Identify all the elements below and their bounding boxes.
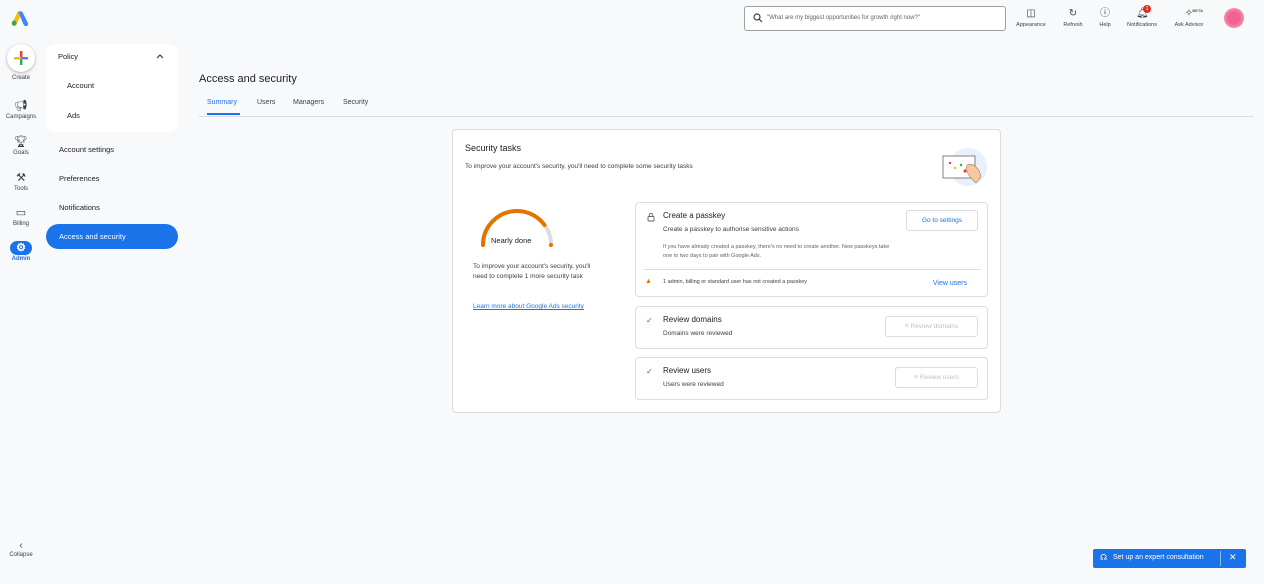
- security-tasks-card: Security tasks To improve your account's…: [452, 129, 1001, 413]
- security-illustration: [942, 148, 987, 186]
- subnav-policy[interactable]: Policy: [58, 52, 78, 61]
- rail-campaigns[interactable]: 📢︎ Campaigns: [0, 99, 42, 120]
- task-divider: [644, 269, 981, 270]
- megaphone-icon: 📢︎: [14, 100, 28, 112]
- tab-managers[interactable]: Managers: [293, 99, 324, 106]
- view-users-link[interactable]: View users: [933, 280, 967, 287]
- refresh-icon: ↻: [1068, 8, 1078, 19]
- checkmark-icon: ✓: [646, 316, 653, 325]
- notifications-badge: 1: [1143, 5, 1151, 13]
- consult-divider: [1220, 551, 1221, 566]
- card-title: Security tasks: [465, 143, 522, 153]
- task-create-passkey: Create a passkey Create a passkey to aut…: [635, 202, 988, 297]
- notifications-button[interactable]: 🔔︎ 1 Notifications: [1121, 5, 1163, 28]
- credit-card-icon: ▭: [15, 207, 27, 219]
- review-domains-label: Review domains: [910, 323, 959, 330]
- review-domains-button: ≡ Review domains: [885, 316, 978, 337]
- tab-security[interactable]: Security: [343, 99, 368, 106]
- rail-goals-label: Goals: [13, 150, 29, 156]
- google-ads-logo[interactable]: [11, 10, 29, 26]
- passkey-warning: 1 admin, billing or standard user has no…: [663, 279, 807, 285]
- task-title: Review users: [663, 366, 712, 375]
- task-subtitle: Domains were reviewed: [663, 330, 733, 337]
- rail-campaigns-label: Campaigns: [5, 114, 37, 120]
- close-icon[interactable]: ✕: [1229, 552, 1237, 563]
- appearance-icon: ◫: [1026, 8, 1036, 19]
- task-subtitle: Create a passkey to authorise sensitive …: [663, 226, 799, 233]
- search-input[interactable]: "What are my biggest opportunities for g…: [744, 6, 1006, 31]
- notifications-label: Notifications: [1127, 22, 1157, 28]
- expert-consultation-link[interactable]: Set up an expert consultation: [1113, 554, 1204, 561]
- tab-summary[interactable]: Summary: [207, 99, 237, 106]
- warning-icon: ▲: [645, 278, 652, 285]
- rail-goals[interactable]: 🏆︎ Goals: [0, 135, 42, 156]
- task-review-domains: ✓ Review domains Domains were reviewed ≡…: [635, 306, 988, 349]
- refresh-label: Refresh: [1063, 22, 1083, 28]
- ask-advisor-label: Ask Advisor: [1174, 22, 1204, 28]
- task-review-users: ✓ Review users Users were reviewed ≡ Rev…: [635, 357, 988, 400]
- subnav-notifications[interactable]: Notifications: [59, 203, 100, 212]
- checkmark-icon: ✓: [646, 367, 653, 376]
- search-icon: [753, 13, 763, 23]
- subnav-access-security[interactable]: Access and security: [46, 224, 178, 249]
- review-users-button: ≡ Review users: [895, 367, 978, 388]
- help-label: Help: [1099, 22, 1111, 28]
- trophy-icon: 🏆︎: [14, 136, 28, 148]
- active-tab-indicator: [207, 113, 240, 115]
- card-subtitle: To improve your account's security, you'…: [465, 163, 693, 170]
- rail-admin[interactable]: ⚙ Admin: [0, 241, 42, 262]
- collapse-label: Collapse: [9, 552, 33, 558]
- ask-advisor-button[interactable]: ✧ BETA Ask Advisor: [1170, 8, 1208, 28]
- appearance-button[interactable]: ◫ Appearance: [1013, 8, 1049, 28]
- tools-icon: ⚒: [16, 172, 26, 184]
- headset-icon: ☊: [1100, 553, 1108, 562]
- subnav-preferences[interactable]: Preferences: [59, 174, 99, 183]
- create-button[interactable]: [7, 44, 35, 72]
- appearance-label: Appearance: [1016, 22, 1046, 28]
- gear-icon: ⚙: [10, 241, 32, 255]
- rail-admin-label: Admin: [11, 256, 31, 262]
- search-placeholder: "What are my biggest opportunities for g…: [767, 15, 920, 21]
- rail-tools-label: Tools: [13, 186, 28, 192]
- admin-subnav: Policy Account Ads: [46, 44, 178, 132]
- subnav-account[interactable]: Account: [67, 81, 94, 90]
- left-rail: Create 📢︎ Campaigns 🏆︎ Goals ⚒ Tools ▭ B…: [0, 0, 42, 584]
- refresh-button[interactable]: ↻ Refresh: [1059, 8, 1087, 28]
- help-icon: ⓘ: [1100, 8, 1110, 19]
- plus-icon: [14, 51, 28, 65]
- expert-consultation-bar: ☊ Set up an expert consultation ✕: [1093, 549, 1246, 568]
- page-title: Access and security: [199, 73, 297, 85]
- rail-create-label: Create: [11, 75, 30, 81]
- collapse-button[interactable]: ‹ Collapse: [0, 540, 42, 558]
- help-button[interactable]: ⓘ Help: [1094, 8, 1116, 28]
- beta-badge: BETA: [1192, 8, 1203, 13]
- avatar[interactable]: [1224, 8, 1244, 28]
- rail-billing-label: Billing: [12, 221, 29, 227]
- policy-section: Policy Account Ads: [46, 44, 178, 132]
- go-to-settings-button[interactable]: Go to settings: [906, 210, 978, 231]
- rail-tools[interactable]: ⚒ Tools: [0, 171, 42, 192]
- subnav-ads[interactable]: Ads: [67, 111, 80, 120]
- gauge-label: Nearly done: [491, 236, 532, 245]
- review-users-label: Review users: [919, 374, 959, 381]
- security-summary-text: To improve your account's security, you'…: [473, 263, 591, 280]
- chevron-up-icon[interactable]: [156, 53, 164, 59]
- learn-more-link[interactable]: Learn more about Google Ads security: [473, 302, 588, 312]
- task-subtitle: Users were reviewed: [663, 381, 724, 388]
- bell-icon: 🔔︎ 1: [1136, 5, 1151, 20]
- lock-icon: [646, 212, 656, 222]
- tab-users[interactable]: Users: [257, 99, 275, 106]
- task-note: If you have already created a passkey, t…: [663, 244, 890, 259]
- tabs-divider: [199, 116, 1254, 117]
- task-title: Create a passkey: [663, 211, 726, 220]
- advisor-icon: ✧ BETA: [1183, 8, 1203, 20]
- subnav-account-settings[interactable]: Account settings: [59, 145, 114, 154]
- chevron-left-icon: ‹: [19, 540, 23, 551]
- rail-billing[interactable]: ▭ Billing: [0, 206, 42, 227]
- task-title: Review domains: [663, 315, 722, 324]
